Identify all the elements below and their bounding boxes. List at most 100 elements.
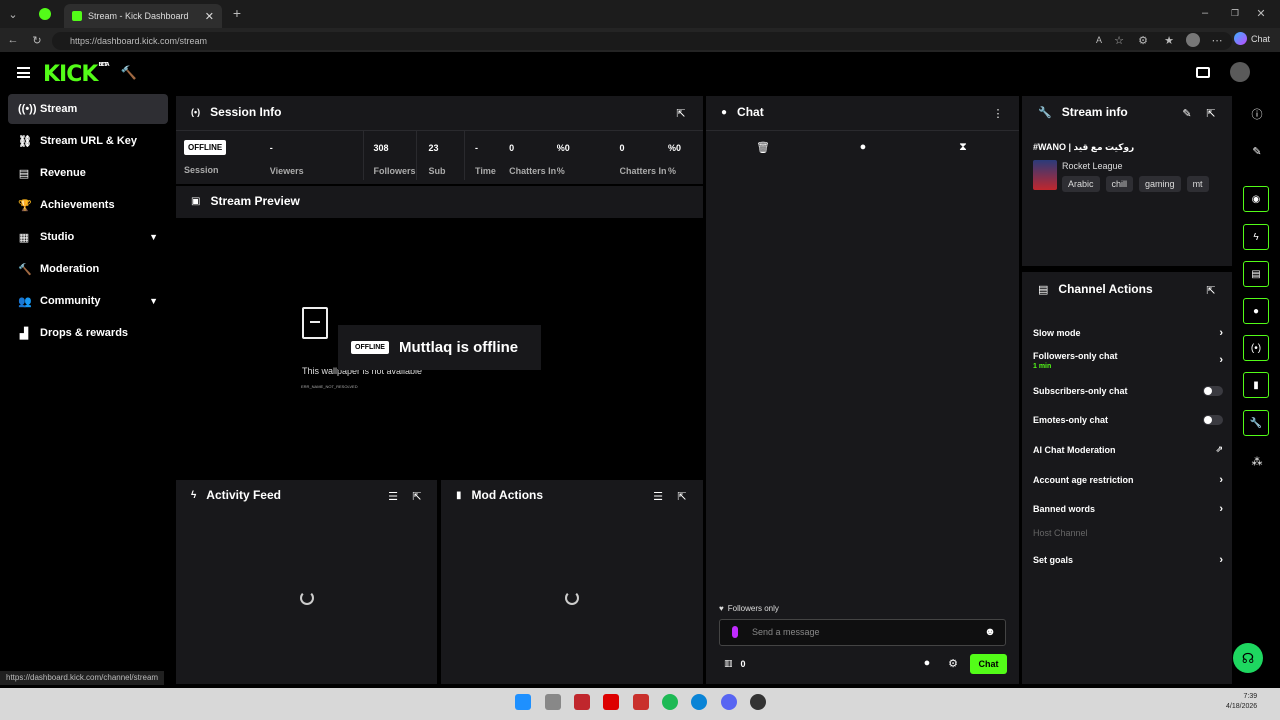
edit-icon[interactable]: ✎ [1180,106,1194,120]
task-view-icon[interactable] [545,694,561,710]
sidebar-item-drops-rewards[interactable]: ▟ Drops & rewards [8,318,168,348]
tag[interactable]: Arabic [1062,176,1100,192]
rail-button-mod-actions[interactable]: ▮ [1243,372,1269,398]
category-name[interactable]: Rocket League [1062,161,1123,171]
new-tab-icon[interactable]: + [230,5,244,21]
user-avatar[interactable] [1230,62,1250,82]
system-clock[interactable]: 7:39 4/18/2026 [1226,692,1257,712]
tag[interactable]: chill [1105,176,1134,192]
action-set-goals[interactable]: Set goals › [1033,554,1223,566]
windows-start-icon[interactable] [515,694,531,710]
close-window-icon[interactable]: ✕ [1254,6,1268,20]
rail-button-camera[interactable]: ◉ [1243,186,1269,212]
hamburger-menu-icon[interactable] [17,67,30,78]
profile-avatar-icon[interactable] [1186,33,1200,47]
popout-icon[interactable]: ⇱ [675,489,689,503]
spotify-icon[interactable] [662,694,678,710]
popout-icon[interactable]: ⇱ [674,106,688,120]
action-account-age-restriction[interactable]: Account age restriction › [1033,474,1223,486]
category-thumbnail[interactable] [1033,160,1057,190]
more-menu-icon[interactable]: ⋯ [1210,33,1224,47]
chat-points[interactable]: ▥ 0 [724,658,746,669]
netflix-icon[interactable] [603,694,619,710]
sidebar-item-achievements[interactable]: 🏆 Achievements [8,190,168,220]
emotes-only-toggle[interactable] [1203,415,1223,425]
copilot-button[interactable]: Chat [1234,32,1270,45]
action-subscribers-only-chat[interactable]: Subscribers-only chat [1033,386,1223,396]
popout-icon[interactable]: ⇱ [1204,106,1218,120]
pencil-icon[interactable]: ✎ [1250,144,1264,158]
filter-icon[interactable]: ☰ [651,489,665,503]
tab-actions-icon[interactable]: ⌄ [6,7,20,21]
emoji-icon[interactable]: ☻ [984,626,996,638]
popout-icon[interactable]: ⇱ [1204,283,1218,297]
popout-icon[interactable]: ⇱ [410,489,424,503]
camera-icon: ◉ [1251,193,1261,205]
kick-logo[interactable]: KICKBETA [43,62,110,87]
browser-tab[interactable]: Stream - Kick Dashboard ✕ [64,4,222,28]
more-icon[interactable]: ⁂ [1250,454,1264,468]
rail-button-notes[interactable]: ▤ [1243,261,1269,287]
tag[interactable]: gaming [1139,176,1181,192]
dashboard-header [0,52,1280,95]
back-icon[interactable]: ← [6,33,20,47]
wrench-icon: 🔧 [1038,106,1052,119]
more-vertical-icon[interactable]: ⋮ [992,106,1004,120]
heart-icon: ♥ [719,604,724,613]
minimize-icon[interactable]: – [1198,6,1212,20]
chat-placeholder: Send a message [752,627,820,637]
action-followers-only-chat[interactable]: Followers-only chat 1 min › [1033,351,1223,370]
info-icon[interactable]: ⓘ [1250,107,1264,121]
sidebar-item-revenue[interactable]: ▤ Revenue [8,158,168,188]
sidebar-item-stream-url-key[interactable]: ⛓ Stream URL & Key [8,126,168,156]
favorite-icon[interactable]: ☆ [1112,33,1126,47]
app-icon[interactable] [633,694,649,710]
read-aloud-icon[interactable]: A [1092,33,1106,47]
action-slow-mode[interactable]: Slow mode › [1033,327,1223,339]
amd-icon[interactable] [574,694,590,710]
favorites-bar-icon[interactable]: ★ [1162,33,1176,47]
sidebar-item-moderation[interactable]: 🔨 Moderation [8,254,168,284]
stat-viewers: - Viewers [269,143,304,176]
trash-icon[interactable]: 🗑 [756,140,770,154]
chat-bubble-icon[interactable]: ● [921,657,933,669]
external-link-icon: ⇗ [1215,444,1223,454]
support-chat-button[interactable]: ☊ [1233,643,1263,673]
session-info-header: (•) Session Info [191,105,282,119]
obs-icon[interactable] [750,694,766,710]
chat-settings-icon[interactable]: ● [856,140,870,154]
offline-badge: OFFLINE [351,341,389,354]
tag[interactable]: mt [1186,176,1209,192]
panel-title: Activity Feed [206,488,281,502]
stream-title: #WANO | روكيت مع قيد [1033,142,1135,152]
reload-icon[interactable]: ↻ [30,33,44,47]
hourglass-icon[interactable]: ⧗ [956,140,970,154]
pinned-tab-icon[interactable] [39,8,51,20]
action-ai-chat-moderation[interactable]: AI Chat Moderation ⇗ [1033,444,1223,455]
microphone-icon[interactable] [732,626,738,638]
activity-feed-header: ϟ Activity Feed [191,488,281,502]
chevron-down-icon: ▼ [149,232,158,242]
rail-button-lightning[interactable]: ϟ [1243,224,1269,250]
extensions-icon[interactable]: ⚙ [1136,33,1150,47]
filter-icon[interactable]: ☰ [386,489,400,503]
sidebar-item-community[interactable]: 👥 Community ▼ [8,286,168,316]
rail-button-chat[interactable]: ● [1243,298,1269,324]
close-tab-icon[interactable]: ✕ [205,10,214,23]
send-chat-button[interactable]: Chat [970,654,1007,674]
url-input[interactable]: https://dashboard.kick.com/stream [52,32,1232,50]
edge-icon[interactable] [691,694,707,710]
rail-button-broadcast[interactable]: (•) [1243,335,1269,361]
rail-button-wrench[interactable]: 🔧 [1243,410,1269,436]
error-code: ERR_NAME_NOT_RESOLVED [301,384,358,389]
action-emotes-only-chat[interactable]: Emotes-only chat [1033,415,1223,425]
sidebar-item-studio[interactable]: ▦ Studio ▼ [8,222,168,252]
gear-icon[interactable]: ⚙ [947,657,959,670]
hammer-icon[interactable]: 🔨 [121,65,137,81]
maximize-icon[interactable]: ❐ [1228,6,1242,20]
action-banned-words[interactable]: Banned words › [1033,503,1223,515]
discord-icon[interactable] [721,694,737,710]
go-live-icon[interactable] [1196,67,1210,78]
subscribers-only-toggle[interactable] [1203,386,1223,396]
sidebar-item-stream[interactable]: ((•)) Stream [8,94,168,124]
